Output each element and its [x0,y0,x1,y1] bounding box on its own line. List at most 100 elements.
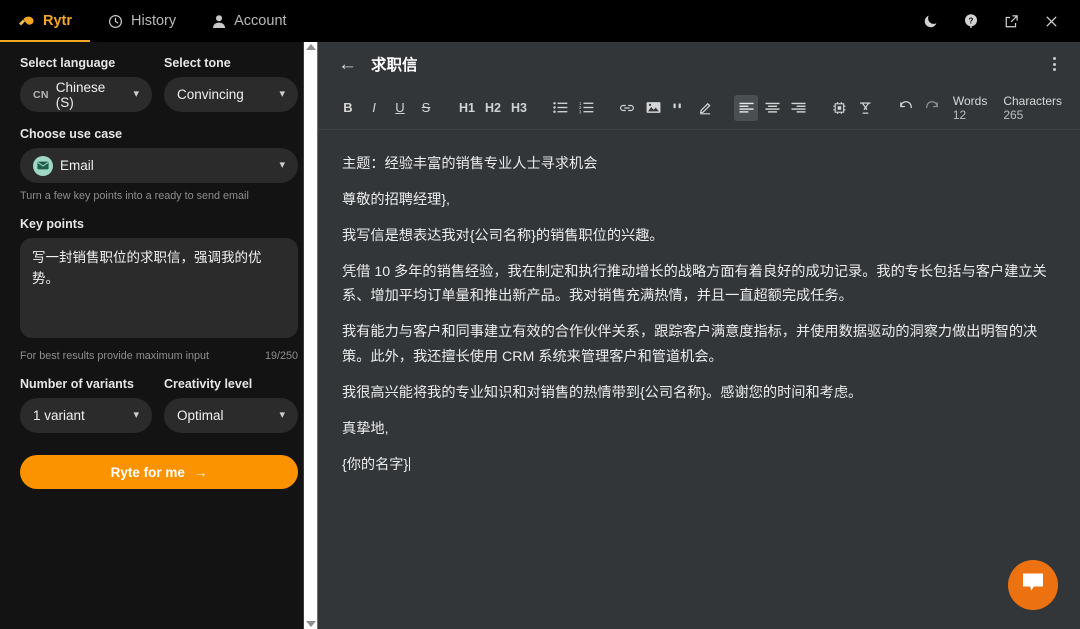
align-left-icon[interactable] [734,94,758,121]
paragraph: 我写信是想表达我对{公司名称}的销售职位的兴趣。 [342,227,664,244]
variants-field: Number of variants 1 variant ▾ [20,377,152,433]
help-button[interactable]: ? [954,4,988,38]
editor-counters: Words 12 Characters 265 [953,94,1066,122]
words-value: 12 [952,107,967,122]
strike-label: S [421,100,431,115]
characters-value: 265 [1003,107,1024,122]
paragraph: 真挚地, [342,420,389,437]
variants-select[interactable]: 1 variant ▾ [20,398,152,433]
creativity-field: Creativity level Optimal ▾ [164,377,298,433]
key-points-input[interactable] [20,238,298,338]
language-label: Select language [20,56,116,70]
country-code-badge: CN [33,88,49,101]
key-points-footer: For best results provide maximum input 1… [20,350,298,362]
app-body: Select language CN Chinese (S) ▾ Select … [0,42,1080,629]
document-title: 求职信 [371,57,418,74]
window-controls: ? [914,0,1080,42]
italic-label: I [372,100,376,115]
use-case-value: Email [60,158,94,173]
tab-label: Account [234,13,287,29]
tab-history[interactable]: History [90,0,194,42]
key-points-counter: 19/250 [264,350,298,362]
h3-label: H3 [511,100,527,115]
heading1-button[interactable]: H1 [455,95,479,121]
chevron-down-icon: ▾ [279,409,285,421]
align-right-icon[interactable] [786,95,810,121]
tab-account[interactable]: Account [194,0,304,42]
paragraph: 我很高兴能将我的专业知识和对销售的热情带到{公司名称}。感谢您的时间和考虑。 [342,384,863,401]
heading3-button[interactable]: H3 [507,95,531,121]
undo-icon[interactable] [894,95,918,121]
tone-label: Select tone [164,56,231,70]
paragraph: 凭借 10 多年的销售经验，我在制定和执行推动增长的战略方面有着良好的成功记录。… [342,263,1047,305]
paragraph: 尊敬的招聘经理}, [342,191,450,208]
variants-label: Number of variants [20,377,134,391]
paragraph: {你的名字} [342,453,1056,478]
use-case-field: Choose use case Email ▾ Turn a few key p… [20,127,298,202]
open-external-button[interactable] [994,4,1028,38]
bold-button[interactable]: B [336,95,360,121]
sidebar-scrollbar[interactable] [303,42,318,629]
bullet-list-icon[interactable] [548,95,572,121]
editor-panel: ← 求职信 B I U S H1 H2 H3 1 2 3 Words 12 Ch… [318,42,1080,629]
tab-label: History [131,13,177,29]
quote-icon[interactable] [667,95,691,121]
image-icon[interactable] [641,95,665,121]
more-vertical-icon[interactable] [1043,51,1066,77]
creativity-select[interactable]: Optimal ▾ [164,398,298,433]
tab-label: Rytr [43,13,73,29]
clear-formatting-icon[interactable] [853,95,877,121]
svg-text:?: ? [969,16,974,25]
chat-support-button[interactable] [1008,560,1058,610]
word-count: Words 12 [953,94,987,122]
creativity-value: Optimal [177,408,224,423]
ryte-for-me-button[interactable]: Ryte for me → [20,455,298,489]
scroll-down-arrow-icon[interactable] [305,621,316,627]
underline-label: U [395,100,405,115]
chevron-down-icon: ▾ [279,88,285,100]
align-center-icon[interactable] [760,95,784,121]
chevron-down-icon: ▾ [133,88,139,100]
use-case-select[interactable]: Email ▾ [20,148,298,183]
use-case-label: Choose use case [20,127,123,141]
arrow-right-icon: → [193,464,208,480]
key-points-hint: For best results provide maximum input [20,350,210,362]
numbered-list-icon[interactable]: 123 [574,95,598,121]
dark-mode-toggle[interactable] [914,4,948,38]
link-icon[interactable] [615,95,639,121]
app-window: Rytr History Account ? Select language C… [0,0,1080,629]
tab-rytr[interactable]: Rytr [0,0,91,42]
tone-field: Select tone Convincing ▾ [164,56,298,112]
redo-icon[interactable] [920,95,944,121]
italic-button[interactable]: I [362,95,386,121]
h1-label: H1 [459,100,475,115]
paragraph: 我有能力与客户和同事建立有效的合作伙伴关系，跟踪客户满意度指标，并使用数据驱动的… [342,324,1038,366]
scroll-up-arrow-icon[interactable] [305,44,316,50]
tone-select[interactable]: Convincing ▾ [164,77,298,112]
rytr-logo-icon [18,14,35,28]
creativity-label: Creativity level [164,377,253,391]
document-content[interactable]: 主题：经验丰富的销售专业人士寻求机会 尊敬的招聘经理}, 我写信是想表达我对{公… [318,130,1080,629]
arrow-left-icon[interactable]: ← [338,55,357,74]
chevron-down-icon: ▾ [133,409,139,421]
key-points-field: Key points For best results provide maxi… [20,217,298,362]
strikethrough-button[interactable]: S [414,95,438,121]
variants-value: 1 variant [33,408,85,423]
plugin-icon[interactable] [827,95,851,121]
use-case-hint: Turn a few key points into a ready to se… [20,190,249,202]
variants-creativity-row: Number of variants 1 variant ▾ Creativit… [20,377,298,433]
underline-button[interactable]: U [388,95,412,121]
svg-text:3: 3 [579,109,582,114]
characters-label: Characters [1003,93,1062,108]
tone-value: Convincing [177,87,244,102]
highlight-pen-icon[interactable] [693,95,717,121]
ryte-label: Ryte for me [110,464,185,480]
chat-bubble-icon [1021,572,1045,598]
h2-label: H2 [485,100,501,115]
language-select[interactable]: CN Chinese (S) ▾ [20,77,152,112]
clock-icon [108,14,123,29]
close-button[interactable] [1034,4,1068,38]
heading2-button[interactable]: H2 [481,95,505,121]
top-navigation-bar: Rytr History Account ? [0,0,1080,42]
